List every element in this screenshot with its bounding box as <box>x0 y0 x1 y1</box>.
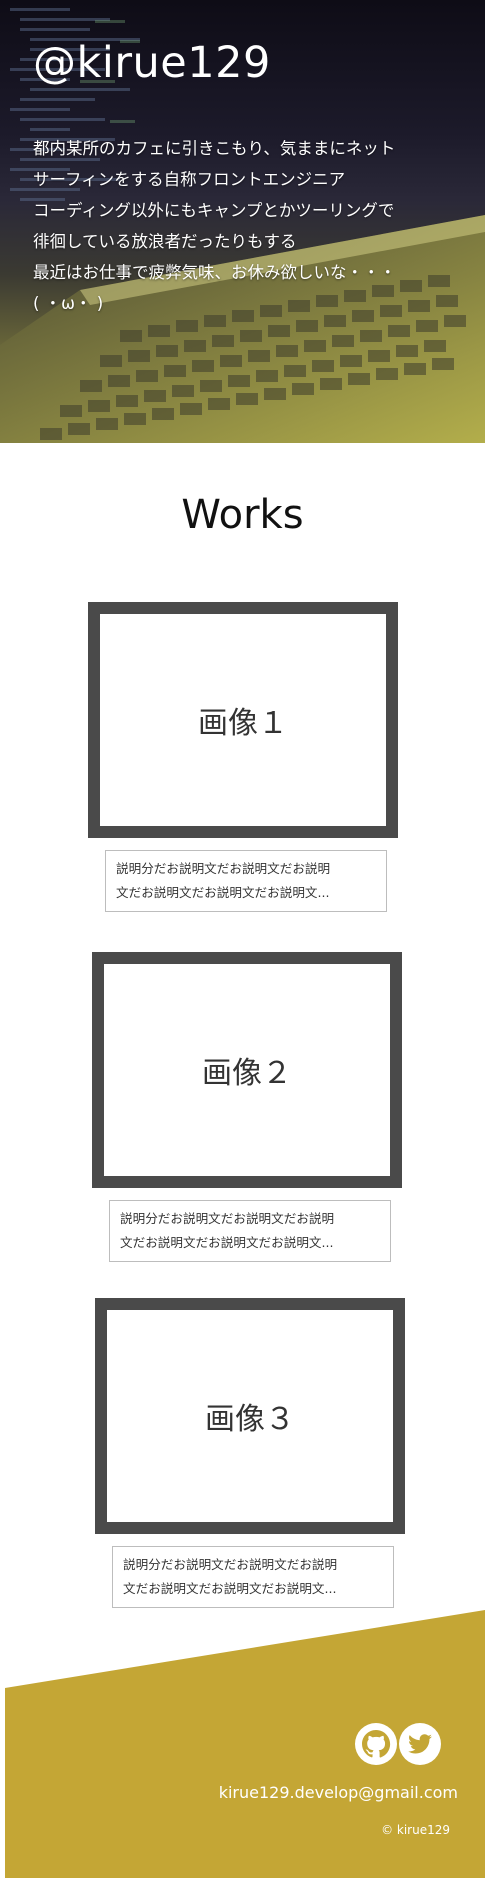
work-image[interactable]: 画像１ <box>88 602 398 838</box>
hero-profile-line: 徘徊している放浪者だったりもする <box>33 232 297 251</box>
email-link[interactable]: kirue129.develop@gmail.com <box>219 1783 458 1802</box>
work-description: 説明分だお説明文だお説明文だお説明 文だお説明文だお説明文だお説明文... <box>105 850 387 912</box>
work-description-line: 文だお説明文だお説明文だお説明文... <box>123 1581 337 1596</box>
work-image-label: 画像３ <box>205 1402 295 1437</box>
work-description-line: 説明分だお説明文だお説明文だお説明 <box>123 1557 338 1572</box>
hero-profile-line: ( ・ω・ ) <box>33 294 104 313</box>
work-image[interactable]: 画像２ <box>92 952 402 1188</box>
hero-profile-line: 最近はお仕事で疲弊気味、お休み欲しいな・・・ <box>33 263 396 282</box>
work-description: 説明分だお説明文だお説明文だお説明 文だお説明文だお説明文だお説明文... <box>109 1200 391 1262</box>
github-icon <box>362 1730 391 1758</box>
hero-profile-line: コーディング以外にもキャンプとかツーリングで <box>33 201 395 220</box>
work-description-line: 文だお説明文だお説明文だお説明文... <box>120 1235 334 1250</box>
work-description-line: 文だお説明文だお説明文だお説明文... <box>116 885 330 900</box>
works-title: Works <box>181 492 304 538</box>
hero-profile-line: サーフィンをする自称フロントエンジニア <box>33 170 346 189</box>
work-description-line: 説明分だお説明文だお説明文だお説明 <box>120 1211 335 1226</box>
work-image[interactable]: 画像３ <box>95 1298 405 1534</box>
work-image-label: 画像２ <box>202 1056 292 1091</box>
work-image-label: 画像１ <box>198 706 288 741</box>
twitter-link[interactable] <box>399 1723 441 1765</box>
hero-profile-line: 都内某所のカフェに引きこもり、気ままにネット <box>33 139 396 158</box>
hero-profile-text: 都内某所のカフェに引きこもり、気ままにネット サーフィンをする自称フロントエンジ… <box>33 133 463 319</box>
twitter-icon <box>408 1734 432 1754</box>
copyright-text: © kirue129 <box>381 1823 450 1837</box>
hero-title: @kirue129 <box>33 38 271 88</box>
work-description-line: 説明分だお説明文だお説明文だお説明 <box>116 861 331 876</box>
hero-section: @kirue129 都内某所のカフェに引きこもり、気ままにネット サーフィンをす… <box>0 0 485 443</box>
work-description: 説明分だお説明文だお説明文だお説明 文だお説明文だお説明文だお説明文... <box>112 1546 394 1608</box>
github-link[interactable] <box>355 1723 397 1765</box>
